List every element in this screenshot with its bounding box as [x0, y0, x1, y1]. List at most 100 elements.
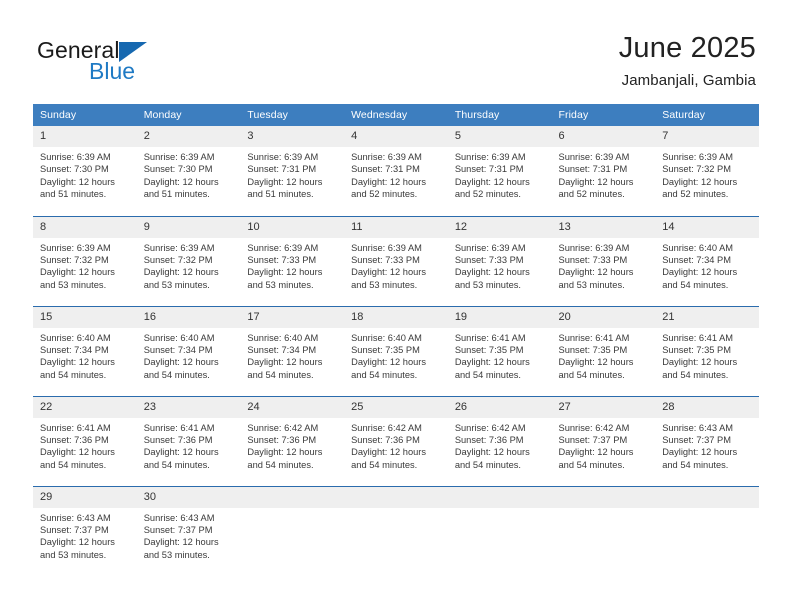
day-details: Sunrise: 6:43 AM Sunset: 7:37 PM Daylight:…	[137, 508, 241, 562]
sunrise-text: Sunrise: 6:43 AM	[40, 512, 111, 523]
daylight-text-line1: Daylight: 12 hours	[40, 267, 115, 278]
title-block: June 2025 Jambanjali, Gambia	[619, 31, 756, 91]
day-details	[448, 508, 552, 512]
sunrise-text: Sunrise: 6:39 AM	[40, 152, 111, 162]
sunset-text: Sunset: 7:37 PM	[40, 524, 109, 535]
sunset-text: Sunset: 7:32 PM	[40, 254, 109, 265]
calendar-day-cell[interactable]: 23 Sunrise: 6:41 AM Sunset: 7:36 PM Dayligh…	[136, 395, 241, 486]
daylight-text-line2: and 54 minutes.	[247, 369, 314, 380]
calendar-day-cell[interactable]: 22 Sunrise: 6:41 AM Sunset: 7:36 PM Dayligh…	[33, 395, 137, 486]
calendar-day-cell[interactable]: 26 Sunrise: 6:42 AM Sunset: 7:36 PM Dayligh…	[447, 395, 552, 486]
weekday-header-friday: Friday	[551, 104, 656, 126]
sunrise-text: Sunrise: 6:39 AM	[558, 242, 630, 253]
calendar-day-cell[interactable]: 27 Sunrise: 6:42 AM Sunset: 7:37 PM Dayligh…	[551, 395, 656, 486]
daylight-text-line2: and 51 minutes.	[143, 189, 210, 200]
calendar-day-cell[interactable]: 25 Sunrise: 6:42 AM Sunset: 7:36 PM Dayligh…	[344, 395, 448, 486]
daylight-text-line1: Daylight: 12 hours	[351, 176, 427, 187]
calendar-page: General Blue June 2025 Jambanjali, Gambi…	[0, 0, 792, 612]
daylight-text-line1: Daylight: 12 hours	[351, 357, 427, 368]
daylight-text-line1: Daylight: 12 hours	[454, 176, 530, 187]
calendar-day-cell[interactable]: 18 Sunrise: 6:40 AM Sunset: 7:35 PM Dayligh…	[344, 305, 448, 396]
calendar-day-cell[interactable]: 30 Sunrise: 6:43 AM Sunset: 7:37 PM Dayligh…	[136, 485, 241, 576]
day-number: 17	[240, 306, 345, 328]
sunset-text: Sunset: 7:30 PM	[143, 164, 213, 175]
calendar-day-cell[interactable]: 8 Sunrise: 6:39 AM Sunset: 7:32 PM Daylight…	[33, 215, 137, 306]
day-details	[655, 508, 759, 512]
sunset-text: Sunset: 7:32 PM	[662, 164, 731, 175]
calendar-day-cell[interactable]: 4 Sunrise: 6:39 AM Sunset: 7:31 PM Daylight…	[344, 126, 448, 216]
calendar-day-cell[interactable]: 9 Sunrise: 6:39 AM Sunset: 7:32 PM Daylight…	[136, 215, 241, 306]
day-details: Sunrise: 6:39 AM Sunset: 7:32 PM Daylight:…	[137, 238, 241, 292]
sunset-text: Sunset: 7:35 PM	[454, 344, 524, 355]
daylight-text-line1: Daylight: 12 hours	[143, 537, 219, 548]
calendar-day-cell[interactable]: 13 Sunrise: 6:39 AM Sunset: 7:33 PM Dayligh…	[551, 215, 656, 306]
day-details: Sunrise: 6:40 AM Sunset: 7:34 PM Daylight:…	[33, 328, 137, 382]
day-number	[655, 486, 759, 508]
weekday-header-sunday: Sunday	[33, 104, 137, 126]
daylight-text-line2: and 54 minutes.	[351, 369, 418, 380]
day-number: 23	[136, 396, 241, 418]
calendar-day-cell[interactable]: 24 Sunrise: 6:42 AM Sunset: 7:36 PM Dayligh…	[240, 395, 345, 486]
weekday-header-thursday: Thursday	[447, 104, 552, 126]
brand-logo[interactable]: General Blue	[37, 38, 197, 86]
calendar-day-cell[interactable]: 21 Sunrise: 6:41 AM Sunset: 7:35 PM Dayligh…	[655, 305, 759, 396]
weekday-header-monday: Monday	[136, 104, 241, 126]
sunset-text: Sunset: 7:36 PM	[454, 434, 524, 445]
daylight-text-line1: Daylight: 12 hours	[662, 447, 738, 458]
calendar-day-cell[interactable]: 14 Sunrise: 6:40 AM Sunset: 7:34 PM Dayligh…	[655, 215, 759, 306]
calendar-day-cell[interactable]: 29 Sunrise: 6:43 AM Sunset: 7:37 PM Dayligh…	[33, 485, 137, 576]
calendar-day-cell[interactable]	[344, 485, 448, 576]
calendar-day-cell[interactable]: 28 Sunrise: 6:43 AM Sunset: 7:37 PM Dayligh…	[655, 395, 759, 486]
sunrise-text: Sunrise: 6:41 AM	[558, 332, 630, 343]
daylight-text-line1: Daylight: 12 hours	[247, 447, 323, 458]
calendar-day-cell[interactable]: 3 Sunrise: 6:39 AM Sunset: 7:31 PM Daylight…	[240, 126, 345, 216]
day-number: 4	[344, 126, 448, 147]
calendar-week-row: 22 Sunrise: 6:41 AM Sunset: 7:36 PM Dayligh…	[33, 395, 759, 486]
calendar-day-cell[interactable]: 5 Sunrise: 6:39 AM Sunset: 7:31 PM Daylight…	[447, 126, 552, 216]
sunset-text: Sunset: 7:34 PM	[247, 344, 317, 355]
day-number: 16	[136, 306, 241, 328]
calendar-day-cell[interactable]: 20 Sunrise: 6:41 AM Sunset: 7:35 PM Dayligh…	[551, 305, 656, 396]
calendar-day-cell[interactable]	[655, 485, 759, 576]
calendar-day-cell[interactable]: 17 Sunrise: 6:40 AM Sunset: 7:34 PM Dayligh…	[240, 305, 345, 396]
calendar-day-cell[interactable]: 16 Sunrise: 6:40 AM Sunset: 7:34 PM Dayligh…	[136, 305, 241, 396]
calendar-header-row: Sunday Monday Tuesday Wednesday Thursday…	[33, 104, 759, 126]
daylight-text-line2: and 53 minutes.	[351, 279, 418, 290]
calendar-day-cell[interactable]	[447, 485, 552, 576]
calendar-day-cell[interactable]: 1 Sunrise: 6:39 AM Sunset: 7:30 PM Daylight…	[33, 126, 137, 216]
calendar-day-cell[interactable]: 6 Sunrise: 6:39 AM Sunset: 7:31 PM Daylight…	[551, 126, 656, 216]
calendar-day-cell[interactable]: 7 Sunrise: 6:39 AM Sunset: 7:32 PM Daylight…	[655, 126, 759, 216]
day-number: 30	[136, 486, 241, 508]
daylight-text-line1: Daylight: 12 hours	[558, 357, 634, 368]
daylight-text-line2: and 54 minutes.	[558, 459, 625, 470]
calendar-day-cell[interactable]: 11 Sunrise: 6:39 AM Sunset: 7:33 PM Dayligh…	[344, 215, 448, 306]
sunset-text: Sunset: 7:33 PM	[351, 254, 420, 265]
day-details: Sunrise: 6:42 AM Sunset: 7:37 PM Daylight:…	[552, 418, 656, 472]
calendar-grid: Sunday Monday Tuesday Wednesday Thursday…	[33, 104, 759, 576]
weekday-header-tuesday: Tuesday	[240, 104, 345, 126]
daylight-text-line2: and 53 minutes.	[558, 279, 625, 290]
calendar-day-cell[interactable]	[551, 485, 656, 576]
calendar-day-cell[interactable]: 12 Sunrise: 6:39 AM Sunset: 7:33 PM Dayligh…	[447, 215, 552, 306]
calendar-day-cell[interactable]: 10 Sunrise: 6:39 AM Sunset: 7:33 PM Dayligh…	[240, 215, 345, 306]
daylight-text-line1: Daylight: 12 hours	[662, 176, 738, 187]
daylight-text-line2: and 52 minutes.	[662, 189, 729, 200]
daylight-text-line2: and 54 minutes.	[351, 459, 418, 470]
calendar-day-cell[interactable]: 2 Sunrise: 6:39 AM Sunset: 7:30 PM Daylight…	[136, 126, 241, 216]
day-details: Sunrise: 6:39 AM Sunset: 7:33 PM Daylight:…	[240, 238, 344, 292]
sunset-text: Sunset: 7:31 PM	[247, 164, 317, 175]
sunrise-text: Sunrise: 6:42 AM	[247, 422, 319, 433]
day-details: Sunrise: 6:40 AM Sunset: 7:34 PM Daylight:…	[137, 328, 241, 382]
daylight-text-line2: and 54 minutes.	[558, 369, 625, 380]
sunset-text: Sunset: 7:35 PM	[558, 344, 628, 355]
calendar-day-cell[interactable]	[240, 485, 345, 576]
calendar-day-cell[interactable]: 19 Sunrise: 6:41 AM Sunset: 7:35 PM Dayligh…	[447, 305, 552, 396]
daylight-text-line2: and 54 minutes.	[143, 459, 210, 470]
calendar-day-cell[interactable]: 15 Sunrise: 6:40 AM Sunset: 7:34 PM Dayligh…	[33, 305, 137, 396]
page-subtitle: Jambanjali, Gambia	[621, 72, 756, 89]
calendar-week-row: 15 Sunrise: 6:40 AM Sunset: 7:34 PM Dayligh…	[33, 305, 759, 396]
daylight-text-line2: and 54 minutes.	[454, 369, 521, 380]
day-number: 25	[344, 396, 448, 418]
day-details: Sunrise: 6:39 AM Sunset: 7:31 PM Daylight:…	[240, 147, 344, 201]
daylight-text-line2: and 52 minutes.	[558, 189, 625, 200]
